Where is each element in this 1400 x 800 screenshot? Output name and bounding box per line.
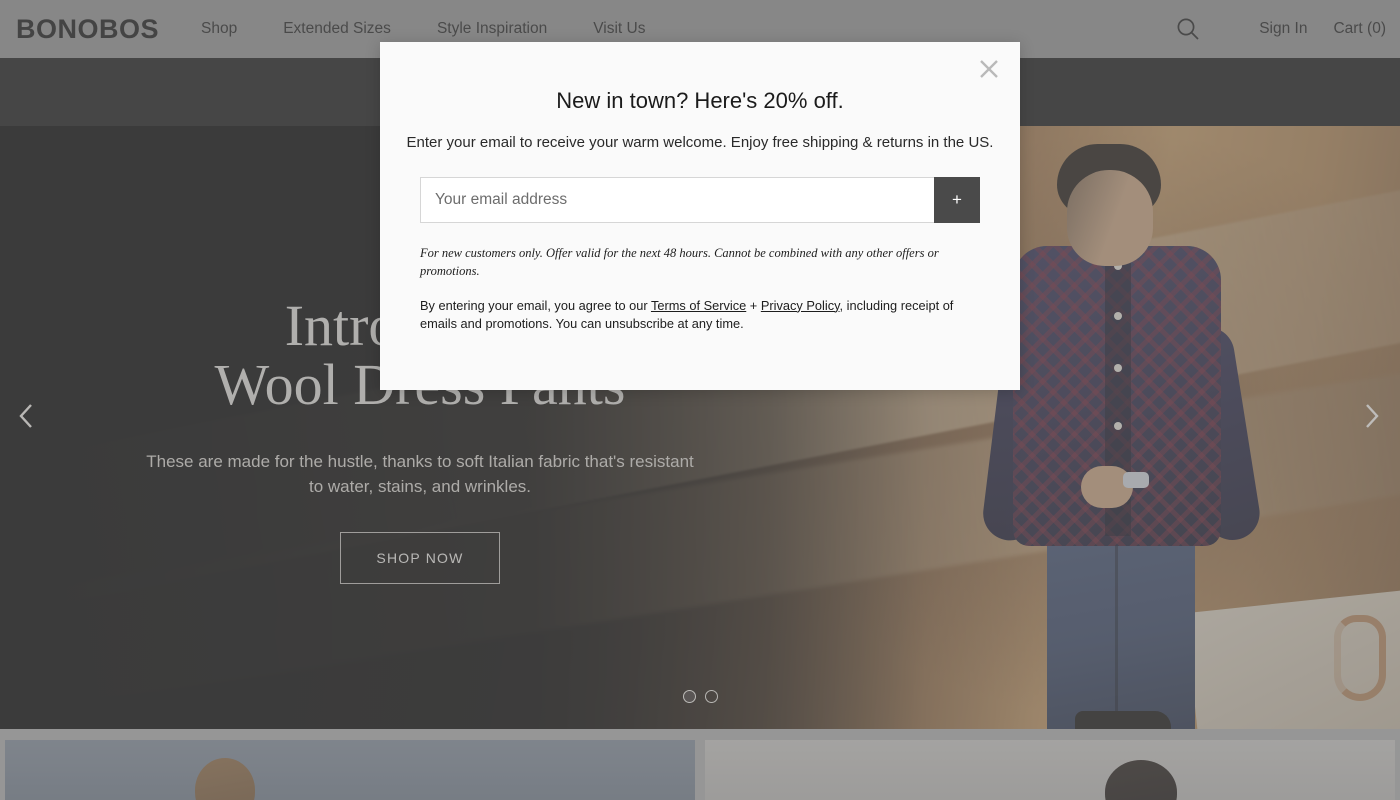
legal-prefix: By entering your email, you agree to our: [420, 297, 651, 313]
privacy-policy-link[interactable]: Privacy Policy: [761, 298, 840, 313]
terms-of-service-link[interactable]: Terms of Service: [651, 298, 746, 313]
modal-legal-text: By entering your email, you agree to our…: [420, 297, 980, 334]
close-icon: [978, 58, 1000, 80]
email-signup-form: +: [420, 177, 980, 223]
modal-close-button[interactable]: [972, 52, 1006, 86]
email-submit-button[interactable]: +: [934, 177, 980, 223]
modal-fineprint: For new customers only. Offer valid for …: [420, 246, 939, 278]
email-input[interactable]: [420, 177, 934, 223]
modal-title: New in town? Here's 20% off.: [556, 88, 844, 113]
page-root: Introducing Wool Dress Pants These are m…: [0, 0, 1400, 800]
legal-separator: +: [746, 297, 761, 313]
email-signup-modal: New in town? Here's 20% off. Enter your …: [380, 42, 1020, 390]
modal-subtitle: Enter your email to receive your warm we…: [406, 134, 994, 151]
